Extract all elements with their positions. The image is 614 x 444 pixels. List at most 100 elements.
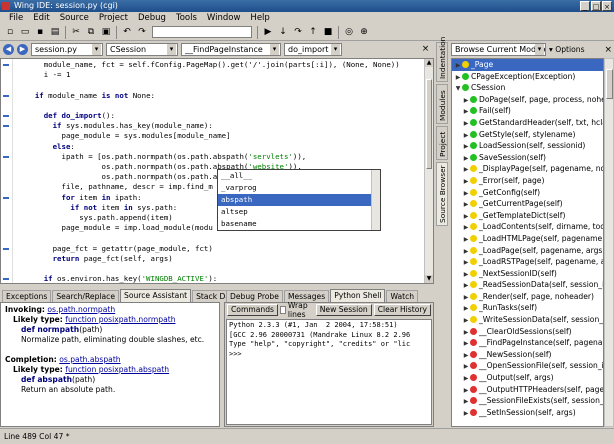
fold-marker-icon[interactable] [3,115,9,117]
browser-item[interactable]: ▶ _Render(self, page, noheader) [452,291,603,303]
browser-item[interactable]: ▶ _LoadHTMLPage(self, pagename, a [452,233,603,245]
browser-item[interactable]: ▶ _NextSessionID(self) [452,268,603,280]
wrap-lines-checkbox[interactable] [280,306,286,314]
browser-item[interactable]: ▶ Fail(self) [452,105,603,117]
code-line[interactable]: i -= 1 [17,70,423,80]
shell-output[interactable]: Python 2.3.3 (#1, Jan 2 2004, 17:58:51)[… [226,319,432,425]
menu-window[interactable]: Window [202,12,246,24]
debug-args-field[interactable] [152,26,252,38]
code-line[interactable] [17,264,423,274]
menu-file[interactable]: File [4,12,28,24]
fold-marker-icon[interactable] [3,64,9,66]
code-line[interactable] [17,80,423,90]
invoking-link[interactable]: os.path.normpath [47,305,115,314]
back-icon[interactable]: ◀ [3,44,14,55]
browser-item[interactable]: ▶ CPageException(Exception) [452,71,603,83]
step-over-icon[interactable]: ↷ [291,25,305,39]
browser-item[interactable]: ▶ GetStyle(self, stylename) [452,129,603,141]
likely-type-link[interactable]: function posixpath.normpath [65,315,175,324]
scroll-down-icon[interactable]: ▼ [425,275,433,283]
code-line[interactable]: page_fct = getattr(page_module, fct) [17,244,423,254]
code-line[interactable]: if module_name is not None: [17,91,423,101]
code-line[interactable]: page_module = sys.modules[module_name] [17,131,423,141]
vtab-source-browser[interactable]: Source Browser [436,162,448,226]
options-button[interactable]: ▾ Options [549,45,585,54]
paste-icon[interactable]: ▣ [99,25,113,39]
editor-gutter[interactable] [1,59,13,283]
forward-icon[interactable]: ▶ [17,44,28,55]
save-icon[interactable]: ▪ [33,25,47,39]
close-browser-icon[interactable]: × [604,45,612,55]
browser-item[interactable]: ▶ __OpenSessionFile(self, session_i [452,360,603,372]
tab-debug-probe[interactable]: Debug Probe [226,290,283,302]
tab-exceptions[interactable]: Exceptions [2,290,52,302]
browser-item[interactable]: ▶ _GetConfig(self) [452,187,603,199]
tab-source-assistant[interactable]: Source Assistant [120,289,192,302]
menu-edit[interactable]: Edit [28,12,54,24]
browser-scroll-thumb[interactable] [606,69,613,99]
new-session-button[interactable]: New Session [315,304,372,316]
fold-marker-icon[interactable] [3,196,9,199]
menu-source[interactable]: Source [55,12,94,24]
fold-marker-icon[interactable] [3,278,9,281]
redo-icon[interactable]: ↷ [135,25,149,39]
menu-debug[interactable]: Debug [133,12,171,24]
browser-item[interactable]: ▶ SaveSession(self) [452,152,603,164]
browser-item[interactable]: ▶ _DisplayPage(self, pagename, noh [452,163,603,175]
vtab-modules[interactable]: Modules [436,84,448,124]
editor-scrollbar[interactable]: ▲ ▼ [424,59,433,283]
method-combo[interactable]: __FindPageInstance [181,43,281,56]
autocomplete-item[interactable]: basename [218,218,380,230]
browser-item[interactable]: ▶ __ClearOldSessions(self) [452,326,603,338]
autocomplete-item[interactable]: __all__ [218,170,380,182]
fold-marker-icon[interactable] [3,155,9,158]
stop-icon[interactable]: ■ [321,25,335,39]
debug-run-icon[interactable]: ▶ [261,25,275,39]
code-line[interactable]: module_name, fct = self.fConfig.PageMap(… [17,60,423,70]
tab-python-shell[interactable]: Python Shell [330,289,386,302]
open-folder-icon[interactable]: ▭ [18,25,32,39]
code-line[interactable]: ipath = [os.path.normpath(os.path.abspat… [17,152,423,162]
print-icon[interactable]: ▤ [48,25,62,39]
autocomplete-popup[interactable]: __all__ _varprog abspath altsep basename [217,169,381,231]
zoom-icon[interactable]: ⊕ [357,25,371,39]
maximize-button[interactable]: □ [591,1,601,11]
close-window-button[interactable]: × [602,1,612,11]
code-line[interactable] [17,233,423,243]
code-line[interactable]: if os.environ.has_key('WINGDB_ACTIVE'): [17,274,423,283]
code-line[interactable]: else: [17,142,423,152]
step-into-icon[interactable]: ↓ [276,25,290,39]
browser-item[interactable]: ▶ _LoadPage(self, pagename, args) [452,245,603,257]
file-combo[interactable]: session.py [31,43,103,56]
browser-item[interactable]: ▶ __SetInSession(self, args) [452,407,603,419]
undo-icon[interactable]: ↶ [120,25,134,39]
browser-item[interactable]: ▶ _WriteSessionData(self, session_id [452,314,603,326]
cut-icon[interactable]: ✂ [69,25,83,39]
scope-combo[interactable]: do_import [284,43,342,56]
vtab-indentation[interactable]: Indentation [436,37,448,82]
menu-help[interactable]: Help [245,12,274,24]
browser-item[interactable]: ▶ __SessionFileExists(self, session_ [452,395,603,407]
browser-item[interactable]: ▼ CSession [452,82,603,94]
browser-item[interactable]: ▶ _LoadContents(self, dirname, tocn [452,221,603,233]
autocomplete-item[interactable]: abspath [218,194,380,206]
browser-item[interactable]: ▶ __NewSession(self) [452,349,603,361]
fold-marker-icon[interactable] [3,247,9,250]
minimize-button[interactable]: _ [580,1,590,11]
fold-marker-icon[interactable] [3,94,9,97]
tab-watch[interactable]: Watch [386,290,419,302]
code-line[interactable]: def do_import(): [17,111,423,121]
copy-icon[interactable]: ⧉ [84,25,98,39]
tab-search-replace[interactable]: Search/Replace [52,290,120,302]
fold-marker-icon[interactable] [3,125,9,128]
code-line[interactable]: return page_fct(self, args) [17,254,423,264]
browser-item[interactable]: ▶ _Error(self, page) [452,175,603,187]
find-icon[interactable]: ◎ [342,25,356,39]
browser-item[interactable]: ▶ _RunTasks(self) [452,302,603,314]
commands-button[interactable]: Commands [227,304,278,316]
browser-item[interactable]: ▶ __OutputHTTPHeaders(self, page, [452,384,603,396]
menu-tools[interactable]: Tools [171,12,202,24]
browser-item[interactable]: ▶ _GetTemplateDict(self) [452,210,603,222]
browser-item[interactable]: ▶ LoadSession(self, sessionid) [452,140,603,152]
browser-item[interactable]: ▶ _GetCurrentPage(self) [452,198,603,210]
